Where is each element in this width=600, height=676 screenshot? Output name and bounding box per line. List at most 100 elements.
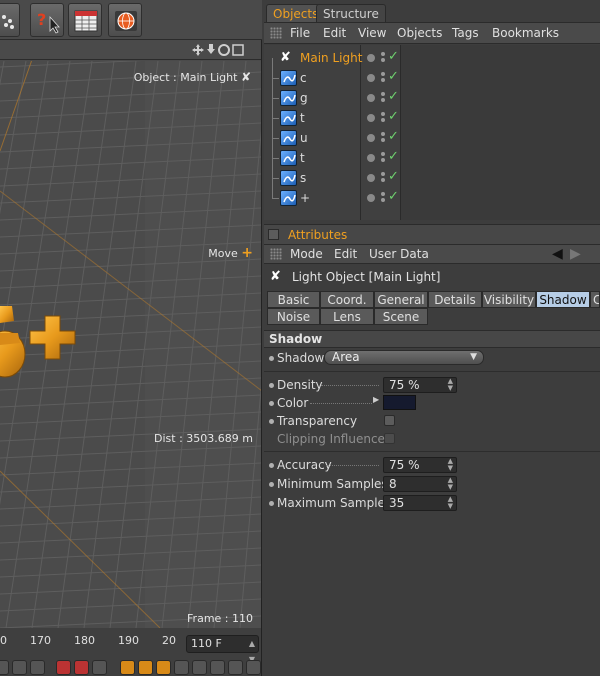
max-samples-field[interactable]: 35 ▲ ▼ bbox=[383, 495, 457, 511]
layer-dot[interactable] bbox=[367, 174, 375, 182]
object-row[interactable]: u ✓ bbox=[264, 128, 401, 148]
keyframe-dot[interactable] bbox=[269, 356, 274, 361]
accuracy-field[interactable]: 75 % ▲ ▼ bbox=[383, 457, 457, 473]
tab-lens[interactable]: Lens bbox=[320, 308, 374, 325]
forward-arrow-icon[interactable]: ▶ bbox=[570, 246, 581, 262]
menu-edit[interactable]: Edit bbox=[334, 247, 357, 261]
layer-dot[interactable] bbox=[367, 94, 375, 102]
tab-noise[interactable]: Noise bbox=[267, 308, 320, 325]
scheme-icon[interactable] bbox=[210, 660, 225, 675]
view-nav-icons[interactable] bbox=[192, 43, 244, 57]
position-key-icon[interactable] bbox=[120, 660, 135, 675]
color-swatch[interactable] bbox=[383, 395, 416, 410]
help-cursor-icon[interactable]: ? bbox=[30, 3, 64, 37]
object-row[interactable]: + ✓ bbox=[264, 188, 401, 208]
play-forward-icon[interactable] bbox=[30, 660, 45, 675]
keyframe-dot[interactable] bbox=[269, 383, 274, 388]
visibility-dots[interactable] bbox=[381, 151, 387, 165]
tab-details[interactable]: Details bbox=[428, 291, 482, 308]
enabled-check-icon[interactable]: ✓ bbox=[388, 169, 399, 184]
menu-user-data[interactable]: User Data bbox=[369, 247, 429, 261]
clipping-checkbox[interactable] bbox=[384, 433, 395, 444]
layer-dot[interactable] bbox=[367, 134, 375, 142]
menu-mode[interactable]: Mode bbox=[290, 247, 323, 261]
keyframe-dot[interactable] bbox=[269, 463, 274, 468]
transparency-checkbox[interactable] bbox=[384, 415, 395, 426]
spinner-icon[interactable]: ▲▼ bbox=[448, 458, 453, 472]
scatter-icon[interactable] bbox=[0, 3, 20, 37]
density-field[interactable]: 75 % ▲ ▼ bbox=[383, 377, 457, 393]
tab-shadow[interactable]: Shadow bbox=[536, 291, 590, 308]
keyframe-dot[interactable] bbox=[269, 419, 274, 424]
scale-key-icon[interactable] bbox=[138, 660, 153, 675]
current-frame-field[interactable]: 110 F ▲▼ bbox=[186, 635, 259, 664]
visibility-dots[interactable] bbox=[381, 91, 387, 105]
tab-caustics[interactable]: C bbox=[590, 291, 600, 308]
record-icon[interactable] bbox=[56, 660, 71, 675]
tab-general[interactable]: General bbox=[374, 291, 428, 308]
layer-dot[interactable] bbox=[367, 194, 375, 202]
enabled-check-icon[interactable]: ✓ bbox=[388, 69, 399, 84]
grip-icon[interactable] bbox=[270, 248, 282, 260]
autokey-icon[interactable] bbox=[74, 660, 89, 675]
spinner-icon[interactable]: ▲▼ bbox=[448, 378, 453, 392]
visibility-dots[interactable] bbox=[381, 51, 387, 65]
tab-basic[interactable]: Basic bbox=[267, 291, 320, 308]
tab-scene[interactable]: Scene bbox=[374, 308, 428, 325]
go-to-start-icon[interactable] bbox=[0, 660, 9, 675]
layer-dot[interactable] bbox=[367, 154, 375, 162]
rotation-key-icon[interactable] bbox=[156, 660, 171, 675]
object-row[interactable]: g ✓ bbox=[264, 88, 401, 108]
visibility-dots[interactable] bbox=[381, 131, 387, 145]
menu-edit[interactable]: Edit bbox=[323, 26, 346, 40]
min-samples-field[interactable]: 8 ▲ ▼ bbox=[383, 476, 457, 492]
menu-objects[interactable]: Objects bbox=[397, 26, 442, 40]
globe-render-icon[interactable] bbox=[108, 3, 142, 37]
layer-dot[interactable] bbox=[367, 74, 375, 82]
tab-coord[interactable]: Coord. bbox=[320, 291, 374, 308]
shadow-type-dropdown[interactable]: Area ▼ bbox=[324, 350, 484, 365]
visibility-dots[interactable] bbox=[381, 71, 387, 85]
spinner-icon[interactable]: ▲▼ bbox=[448, 496, 453, 510]
object-row[interactable]: t ✓ bbox=[264, 148, 401, 168]
visibility-dots[interactable] bbox=[381, 111, 387, 125]
render-settings-icon[interactable] bbox=[68, 3, 102, 37]
timeline-ruler[interactable]: 0 170 180 190 20 bbox=[0, 630, 180, 652]
viewport-canvas[interactable] bbox=[0, 61, 262, 628]
enabled-check-icon[interactable]: ✓ bbox=[388, 149, 399, 164]
back-arrow-icon[interactable]: ◀ bbox=[552, 246, 563, 262]
enabled-check-icon[interactable]: ✓ bbox=[388, 49, 399, 64]
object-row[interactable]: c ✓ bbox=[264, 68, 401, 88]
grid-icon[interactable] bbox=[246, 660, 261, 675]
pla-key-icon[interactable] bbox=[192, 660, 207, 675]
keyframe-dot[interactable] bbox=[269, 501, 274, 506]
object-row[interactable]: t ✓ bbox=[264, 108, 401, 128]
enabled-check-icon[interactable]: ✓ bbox=[388, 109, 399, 124]
keyframe-dot[interactable] bbox=[269, 482, 274, 487]
enabled-check-icon[interactable]: ✓ bbox=[388, 189, 399, 204]
parameter-key-icon[interactable] bbox=[174, 660, 189, 675]
layer-dot[interactable] bbox=[367, 54, 375, 62]
enabled-check-icon[interactable]: ✓ bbox=[388, 89, 399, 104]
tab-structure[interactable]: Structure bbox=[316, 4, 386, 23]
object-row-main-light[interactable]: ✘ Main Light ✓ bbox=[264, 48, 401, 68]
viewport[interactable]: Object : Main Light ✘ Move + Dist : 3503… bbox=[0, 40, 262, 628]
enabled-check-icon[interactable]: ✓ bbox=[388, 129, 399, 144]
visibility-dots[interactable] bbox=[381, 171, 387, 185]
attributes-checkbox[interactable] bbox=[268, 229, 279, 240]
spinner-icon[interactable]: ▲▼ bbox=[448, 477, 453, 491]
menu-view[interactable]: View bbox=[358, 26, 386, 40]
menu-bookmarks[interactable]: Bookmarks bbox=[492, 26, 559, 40]
prev-key-icon[interactable] bbox=[12, 660, 27, 675]
object-row[interactable]: s ✓ bbox=[264, 168, 401, 188]
layer-dot[interactable] bbox=[367, 114, 375, 122]
visibility-dots[interactable] bbox=[381, 191, 387, 205]
menu-tags[interactable]: Tags bbox=[452, 26, 479, 40]
grip-icon[interactable] bbox=[270, 27, 282, 39]
expand-arrow-icon[interactable]: ▶ bbox=[373, 395, 379, 404]
keyframe-selection-icon[interactable] bbox=[92, 660, 107, 675]
tab-visibility[interactable]: Visibility bbox=[482, 291, 536, 308]
timeline-icon[interactable] bbox=[228, 660, 243, 675]
menu-file[interactable]: File bbox=[290, 26, 310, 40]
keyframe-dot[interactable] bbox=[269, 401, 274, 406]
